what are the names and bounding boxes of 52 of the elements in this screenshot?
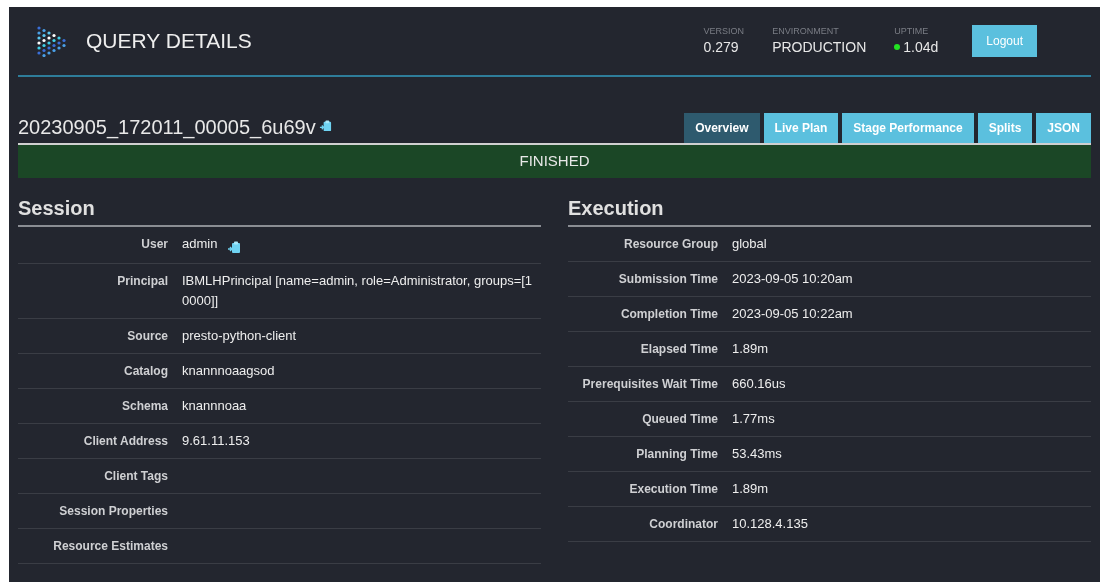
field-label: Prerequisites Wait Time xyxy=(581,376,718,393)
stat-value: 0.279 xyxy=(703,38,739,57)
field-label: Queued Time xyxy=(641,411,718,428)
field-value: global xyxy=(732,235,767,253)
field-label: Planning Time xyxy=(635,446,718,463)
field-label: Resource Estimates xyxy=(52,538,168,555)
section-title: Session xyxy=(18,195,541,227)
field-value: presto-python-client xyxy=(182,327,297,345)
field-label: Client Tags xyxy=(103,468,168,485)
stat-value: 1.04d xyxy=(903,38,939,57)
tab[interactable]: Stage Performance xyxy=(842,113,974,143)
field-label: Schema xyxy=(120,398,168,415)
section-title: Execution xyxy=(568,195,1091,227)
tab[interactable]: JSON xyxy=(1036,113,1091,143)
tab[interactable]: Overview xyxy=(684,113,760,143)
field-value: knannnoaa xyxy=(182,397,247,415)
field-value: 1.89m xyxy=(732,340,769,358)
logout-button[interactable]: Logout xyxy=(972,25,1037,57)
field-label: User xyxy=(140,236,168,253)
field-label: Submission Time xyxy=(617,271,718,288)
field-value: 660.16us xyxy=(732,375,786,393)
tab[interactable]: Live Plan xyxy=(763,113,839,143)
clipboard-icon[interactable] xyxy=(227,239,242,254)
field-value: 9.61.11.153 xyxy=(182,432,250,450)
clipboard-icon[interactable] xyxy=(318,119,332,133)
field-value: 1.89m xyxy=(732,480,769,498)
field-label: Elapsed Time xyxy=(639,341,718,358)
stat-label: VERSION xyxy=(703,25,745,37)
field-label: Resource Group xyxy=(622,236,718,253)
field-value: 2023-09-05 10:22am xyxy=(732,305,853,323)
field-value: 1.77ms xyxy=(732,410,775,428)
field-value: IBMLHPrincipal [name=admin, role=Administrator, groups=[10000]] xyxy=(182,272,534,310)
status-bar: FINISHED xyxy=(18,143,1091,178)
stat-label: UPTIME xyxy=(894,25,930,37)
field-value: 2023-09-05 10:20am xyxy=(732,270,853,288)
stat-label: ENVIRONMENT xyxy=(772,25,840,37)
field-label: Execution Time xyxy=(628,481,718,498)
field-label: Client Address xyxy=(82,433,168,450)
tab[interactable]: Splits xyxy=(977,113,1033,143)
field-value: 53.43ms xyxy=(732,445,782,463)
field-label: Source xyxy=(126,328,168,345)
field-label: Catalog xyxy=(123,363,168,380)
stat-value: PRODUCTION xyxy=(772,38,867,57)
page-title: QUERY DETAILS xyxy=(86,28,252,55)
field-value: admin xyxy=(182,235,218,253)
field-label: Completion Time xyxy=(619,306,718,323)
field-label: Coordinator xyxy=(648,516,718,533)
field-label: Session Properties xyxy=(58,503,168,520)
field-label: Principal xyxy=(116,273,168,290)
query-id: 20230905_172011_00005_6u69v xyxy=(18,115,316,141)
field-value: 10.128.4.135 xyxy=(732,515,808,533)
field-value: knannnoaagsod xyxy=(182,362,275,380)
